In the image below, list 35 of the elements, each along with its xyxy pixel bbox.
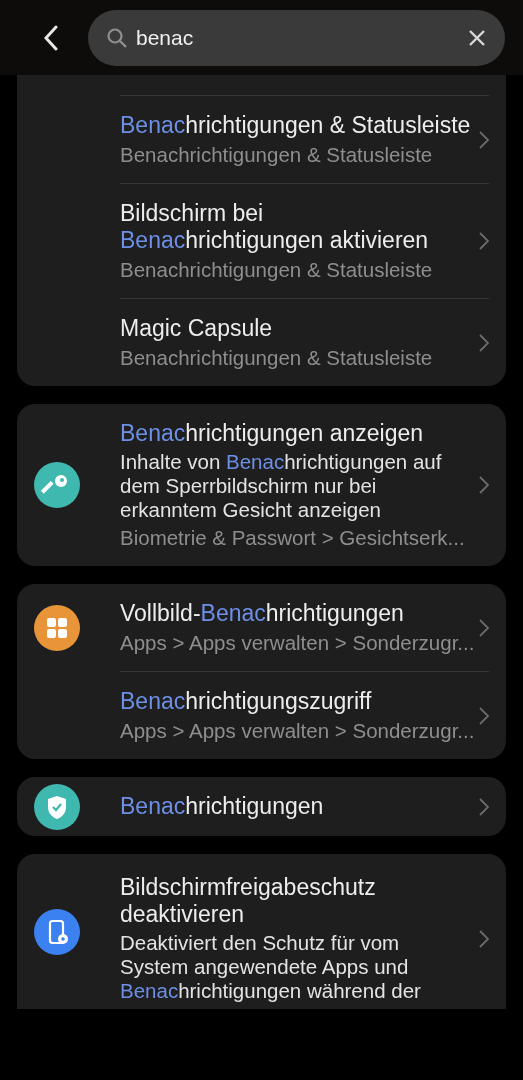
search-result-item[interactable]: Benachrichtigungszugriff Apps > Apps verwalten > Sonderzugr... — [17, 671, 506, 759]
search-result-item[interactable]: Bildschirm bei Benachrichtigungen aktivieren Benachrichtigungen & Statusleiste — [17, 183, 506, 298]
clear-button[interactable] — [467, 27, 487, 48]
chevron-right-icon — [479, 232, 489, 250]
search-icon — [106, 26, 128, 49]
search-result-item[interactable]: Bildschirmfreigabeschutz deaktivieren Deaktiviert den Schutz für vom System angewendete Apps und Benachrichtigungen während der — [17, 854, 506, 1009]
result-title: Magic Capsule — [120, 315, 274, 342]
search-result-item[interactable]: Magic Capsule Benachrichtigungen & Statusleiste — [17, 298, 506, 386]
search-result-item[interactable]: Benachrichtigungen anzeigen Inhalte von Benachrichtigungen auf dem Sperrbildschirm nur bei erkanntem Gesicht anzeigen Biometrie & Passwort > Gesichtserk... — [17, 404, 506, 566]
chevron-right-icon — [479, 130, 489, 149]
search-result-item[interactable]: Benachrichtigungen & Statusleiste Benachrichtigungen & Statusleiste — [17, 95, 506, 183]
chevron-right-icon — [479, 618, 489, 637]
result-title: Benachrichtigungen anzeigen — [120, 420, 425, 447]
result-title: Vollbild-Benachrichtigungen — [120, 600, 405, 627]
search-result-item[interactable]: Vollbild-Benachrichtigungen Apps > Apps verwalten > Sonderzugr... — [17, 584, 506, 671]
chevron-right-icon — [479, 797, 489, 816]
result-title: Bildschirm bei Benachrichtigungen aktivieren — [120, 200, 430, 254]
result-path: Benachrichtigungen & Statusleiste — [120, 346, 434, 370]
result-description: Deaktiviert den Schutz für vom System angewendete Apps und Benachrichtigungen während der — [120, 931, 422, 1003]
result-path: Benachrichtigungen & Statusleiste — [120, 143, 434, 167]
result-path: Benachrichtigungen & Statusleiste — [120, 258, 434, 282]
chevron-right-icon — [479, 929, 489, 948]
result-title: Benachrichtigungen — [120, 793, 325, 820]
result-title: Benachrichtigungen & Statusleiste — [120, 112, 471, 139]
search-result-item[interactable]: Benachrichtigungen — [17, 777, 506, 836]
result-description: Inhalte von Benachrichtigungen auf dem Sperrbildschirm nur bei erkanntem Gesicht anzeigen — [120, 450, 443, 522]
chevron-right-icon — [479, 476, 489, 494]
result-title: Benachrichtigungszugriff — [120, 688, 373, 715]
result-title: Bildschirmfreigabeschutz deaktivieren — [120, 874, 377, 928]
search-field[interactable]: benac — [88, 9, 505, 66]
result-path: Apps > Apps verwalten > Sonderzugr... — [120, 631, 471, 655]
result-path: Biometrie & Passwort > Gesichtserk... — [120, 526, 466, 550]
chevron-right-icon — [479, 706, 489, 725]
result-path: Apps > Apps verwalten > Sonderzugr... — [120, 719, 471, 743]
chevron-right-icon — [479, 333, 489, 352]
